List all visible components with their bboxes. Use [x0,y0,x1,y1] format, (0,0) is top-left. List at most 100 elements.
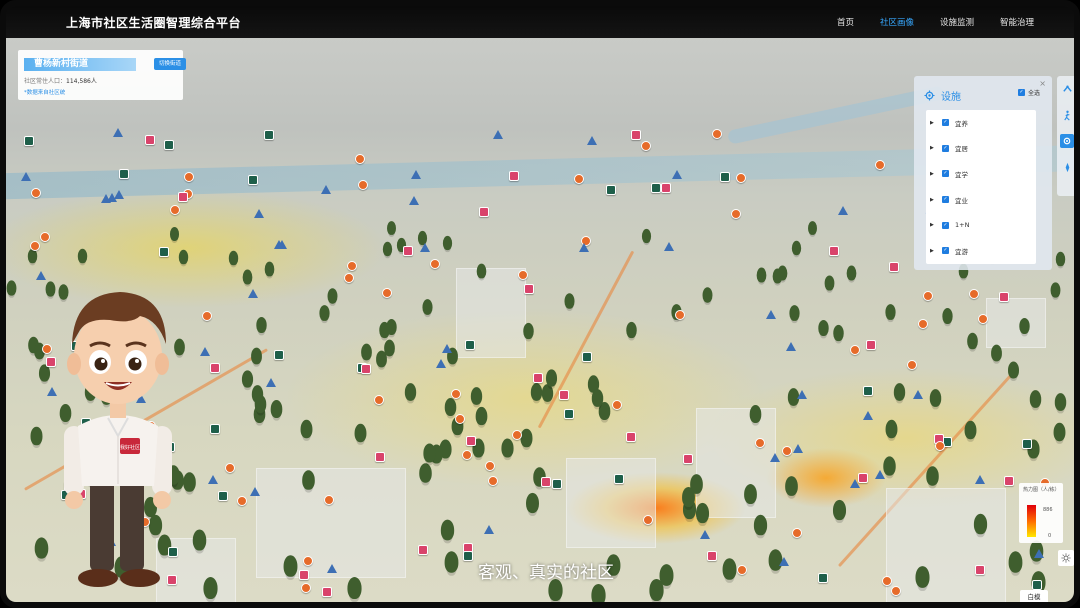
map-poi-marker[interactable] [273,350,284,361]
map-poi-marker[interactable] [630,129,641,140]
map-poi-marker[interactable] [483,525,494,535]
map-poi-marker[interactable] [532,372,543,383]
map-poi-marker[interactable] [119,168,130,179]
map-poi-marker[interactable] [100,194,111,204]
map-poi-marker[interactable] [1034,549,1045,559]
map-poi-marker[interactable] [208,475,219,485]
map-poi-marker[interactable] [461,450,472,461]
settings-icon[interactable] [1060,134,1074,148]
map-poi-marker[interactable] [906,360,917,371]
facility-item-education[interactable]: ▶ ✓ 宜学 [926,161,1036,187]
map-poi-marker[interactable] [640,140,651,151]
map-poi-marker[interactable] [40,232,51,243]
map-poi-marker[interactable] [614,473,625,484]
map-poi-marker[interactable] [918,318,929,329]
map-poi-marker[interactable] [183,171,194,182]
data-source-link[interactable]: *数据来自社区统 [24,88,65,96]
map-poi-marker[interactable] [21,172,32,182]
facility-item-1n[interactable]: ▶ ✓ 1+N [926,212,1036,238]
map-poi-marker[interactable] [573,173,584,184]
map-poi-marker[interactable] [785,341,796,351]
close-icon[interactable]: × [1039,79,1046,88]
nav-home[interactable]: 首页 [837,16,854,28]
map-poi-marker[interactable] [605,184,616,195]
map-poi-marker[interactable] [699,530,710,540]
map-poi-marker[interactable] [29,240,40,251]
facility-checkbox[interactable]: ✓ [942,221,949,229]
nav-community-profile[interactable]: 社区画像 [880,16,914,28]
map-poi-marker[interactable] [455,414,466,425]
map-poi-marker[interactable] [558,389,569,400]
map-poi-marker[interactable] [611,399,622,410]
map-poi-marker[interactable] [511,429,522,440]
map-poi-marker[interactable] [770,452,781,462]
map-poi-marker[interactable] [874,159,885,170]
map-poi-marker[interactable] [797,390,808,400]
facility-item-leisure[interactable]: ▶ ✓ 宜游 [926,238,1036,264]
map-poi-marker[interactable] [484,461,495,472]
map-poi-marker[interactable] [31,187,42,198]
nav-smart-governance[interactable]: 智能治理 [1000,16,1034,28]
map-poi-marker[interactable] [663,242,674,252]
map-poi-marker[interactable] [1004,475,1015,486]
map-poi-marker[interactable] [442,344,453,354]
map-poi-marker[interactable] [36,270,47,280]
map-poi-marker[interactable] [354,154,365,165]
map-poi-marker[interactable] [828,245,839,256]
map-poi-marker[interactable] [865,339,876,350]
chevron-right-icon[interactable]: ▶ [930,248,936,254]
map-poi-marker[interactable] [435,358,446,368]
map-poi-marker[interactable] [793,443,804,453]
map-poi-marker[interactable] [276,239,287,249]
map-poi-marker[interactable] [683,453,694,464]
map-poi-marker[interactable] [264,129,275,140]
map-poi-marker[interactable] [209,362,220,373]
map-poi-marker[interactable] [225,462,236,473]
map-poi-marker[interactable] [922,291,933,302]
map-poi-marker[interactable] [643,514,654,525]
map-poi-marker[interactable] [1022,439,1033,450]
map-poi-marker[interactable] [402,246,413,257]
map-poi-marker[interactable] [411,169,422,179]
chevron-right-icon[interactable]: ▶ [930,120,936,126]
facility-item-elderly[interactable]: ▶ ✓ 宜养 [926,110,1036,136]
map-poi-marker[interactable] [977,313,988,324]
map-poi-marker[interactable] [113,189,124,199]
map-poi-marker[interactable] [792,527,803,538]
map-poi-marker[interactable] [320,184,331,194]
map-poi-marker[interactable] [509,170,520,181]
map-poi-marker[interactable] [300,582,311,593]
map-poi-marker[interactable] [674,310,685,321]
map-poi-marker[interactable] [417,544,428,555]
map-poi-marker[interactable] [254,208,265,218]
map-poi-marker[interactable] [419,242,430,252]
map-poi-marker[interactable] [552,479,563,490]
map-poi-marker[interactable] [719,171,730,182]
chevron-right-icon[interactable]: ▶ [930,222,936,228]
map-poi-marker[interactable] [375,451,386,462]
map-poi-marker[interactable] [651,182,662,193]
facility-checkbox[interactable]: ✓ [942,170,949,178]
compass-icon[interactable] [1060,160,1074,174]
facility-checkbox[interactable]: ✓ [942,247,949,255]
nav-facility-monitoring[interactable]: 设施监测 [940,16,974,28]
map-poi-marker[interactable] [266,378,277,388]
map-poi-marker[interactable] [891,585,902,596]
map-poi-marker[interactable] [850,344,861,355]
map-poi-marker[interactable] [935,440,946,451]
map-poi-marker[interactable] [322,587,333,598]
map-poi-marker[interactable] [451,388,462,399]
map-poi-marker[interactable] [164,140,175,151]
map-poi-marker[interactable] [323,494,334,505]
chevron-right-icon[interactable]: ▶ [930,171,936,177]
check-all[interactable]: ✓ 全选 [1017,88,1040,97]
facility-item-work[interactable]: ▶ ✓ 宜业 [926,187,1036,213]
map-poi-marker[interactable] [170,205,181,215]
map-poi-marker[interactable] [217,490,228,501]
map-poi-marker[interactable] [210,423,221,434]
share-icon[interactable] [1060,82,1074,96]
facility-checkbox[interactable]: ✓ [942,119,949,127]
map-poi-marker[interactable] [849,479,860,489]
map-poi-marker[interactable] [579,242,590,252]
map-poi-marker[interactable] [765,310,776,320]
